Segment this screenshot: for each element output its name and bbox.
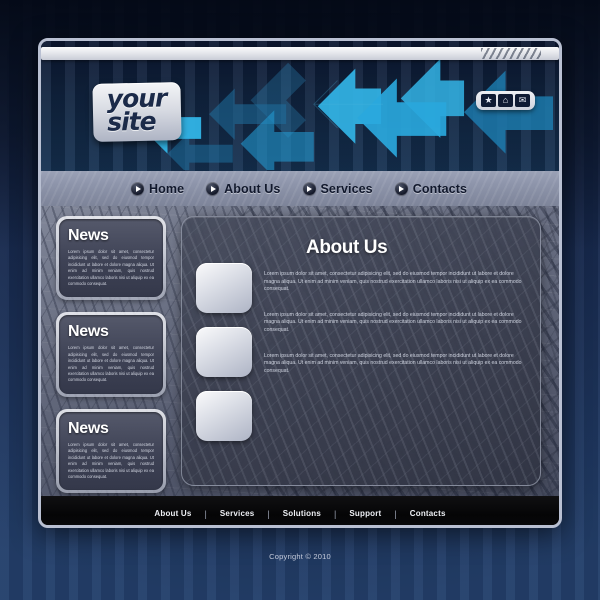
nav-label-home: Home — [149, 181, 185, 196]
site-body: News Lorem ipsum dolor sit amet, consect… — [41, 206, 559, 496]
logo-line-2: site — [106, 106, 156, 137]
copyright-text: Copyright © 2010 — [269, 552, 331, 561]
news-title: News — [68, 419, 109, 437]
news-title: News — [68, 227, 109, 244]
play-arrow-icon — [302, 182, 316, 195]
panel-text-column: About Us Lorem ipsum dolor sit amet, con… — [264, 231, 524, 441]
image-placeholder-3[interactable] — [196, 391, 252, 441]
content-paragraph-1: Lorem ipsum dolor sit amet, consectetur … — [264, 271, 522, 293]
news-text: Lorem ipsum dolor sit amet, consectetur … — [68, 345, 154, 383]
play-arrow-icon — [206, 182, 220, 195]
news-text: Lorem ipsum dolor sit amet, consectetur … — [68, 249, 154, 287]
news-card-inner: News Lorem ipsum dolor sit amet, consect… — [59, 219, 163, 298]
play-arrow-icon — [394, 182, 408, 195]
footer-link-solutions[interactable]: Solutions — [270, 509, 334, 518]
website-container: your site ★ ⌂ ✉ Home About Us Services C… — [38, 38, 562, 528]
nav-item-services[interactable]: Services — [302, 181, 373, 196]
footer-link-support[interactable]: Support — [336, 509, 394, 518]
nav-item-home[interactable]: Home — [131, 182, 184, 196]
news-sidebar: News Lorem ipsum dolor sit amet, consect… — [56, 216, 166, 494]
nav-texture — [41, 171, 559, 206]
page-title: About Us — [306, 237, 388, 258]
footer-link-services[interactable]: Services — [207, 509, 268, 518]
image-placeholder-2[interactable] — [196, 327, 252, 377]
nav-label-services: Services — [320, 181, 373, 196]
favorite-star-icon[interactable]: ★ — [481, 94, 496, 107]
main-navigation: Home About Us Services Contacts — [41, 171, 559, 206]
news-card[interactable]: News Lorem ipsum dolor sit amet, consect… — [56, 312, 166, 397]
thumbnail-column — [196, 231, 252, 441]
main-content-panel: About Us Lorem ipsum dolor sit amet, con… — [181, 216, 541, 486]
nav-label-contacts: Contacts — [412, 181, 468, 196]
nav-item-contacts[interactable]: Contacts — [394, 181, 468, 196]
header-top-bar — [41, 47, 559, 60]
nav-item-about-us[interactable]: About Us — [206, 182, 280, 196]
mail-envelope-icon[interactable]: ✉ — [515, 94, 530, 107]
image-placeholder-1[interactable] — [196, 263, 252, 313]
footer-link-contacts[interactable]: Contacts — [397, 509, 459, 518]
news-text: Lorem ipsum dolor sit amet, consectetur … — [68, 441, 154, 479]
news-title: News — [68, 323, 109, 341]
site-logo[interactable]: your site — [92, 82, 182, 142]
nav-label-about-us: About Us — [224, 181, 281, 196]
home-icon[interactable]: ⌂ — [498, 94, 513, 107]
site-header: your site ★ ⌂ ✉ — [41, 41, 559, 171]
news-card-inner: News Lorem ipsum dolor sit amet, consect… — [59, 411, 163, 491]
news-card[interactable]: News Lorem ipsum dolor sit amet, consect… — [56, 216, 166, 301]
news-card-inner: News Lorem ipsum dolor sit amet, consect… — [59, 315, 163, 394]
play-arrow-icon — [131, 182, 144, 195]
news-card[interactable]: News Lorem ipsum dolor sit amet, consect… — [56, 408, 166, 494]
site-footer: About Us | Services | Solutions | Suppor… — [41, 496, 559, 525]
panel-body: About Us Lorem ipsum dolor sit amet, con… — [182, 217, 540, 451]
content-paragraph-3: Lorem ipsum dolor sit amet, consectetur … — [264, 352, 522, 374]
content-paragraph-2: Lorem ipsum dolor sit amet, consectetur … — [264, 311, 522, 333]
footer-link-about-us[interactable]: About Us — [141, 509, 204, 518]
header-icon-group: ★ ⌂ ✉ — [476, 91, 535, 110]
